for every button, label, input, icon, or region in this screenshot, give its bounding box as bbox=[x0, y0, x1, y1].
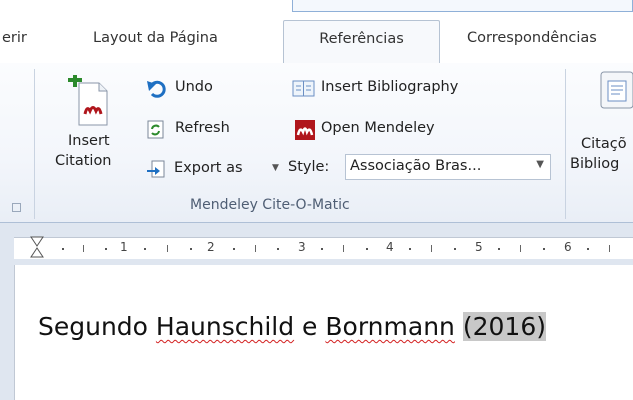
style-label: Style: bbox=[288, 159, 330, 175]
ribbon: Insert Citation Undo Refresh Export as ▼ bbox=[0, 63, 633, 223]
ruler-label: 4 bbox=[386, 240, 394, 254]
undo-icon bbox=[147, 80, 166, 98]
tab-layout[interactable]: Layout da Página bbox=[93, 30, 218, 46]
document-text-line[interactable]: Segundo Haunschild e Bornmann (2016) bbox=[38, 312, 546, 341]
insert-citation-label-1: Insert bbox=[68, 133, 110, 149]
refresh-label: Refresh bbox=[175, 120, 230, 136]
insert-bibliography-icon bbox=[292, 80, 315, 97]
export-as-label: Export as bbox=[174, 160, 243, 176]
dialog-launcher-icon[interactable] bbox=[12, 203, 21, 212]
text-space bbox=[455, 312, 463, 341]
style-dropdown-value: Associação Bras... bbox=[350, 158, 482, 174]
style-dropdown[interactable]: Associação Bras... ▼ bbox=[345, 154, 551, 180]
tab-referencias-label: Referências bbox=[319, 31, 404, 47]
horizontal-ruler[interactable]: 1 2 3 4 5 6 bbox=[14, 236, 633, 260]
ruler-label: 5 bbox=[475, 240, 483, 254]
group-label-mendeley: Mendeley Cite-O-Matic bbox=[190, 197, 350, 213]
chevron-down-icon: ▼ bbox=[536, 159, 544, 170]
ribbon-separator bbox=[565, 69, 566, 219]
text-word: Segundo bbox=[38, 312, 156, 341]
author-name: Bornmann bbox=[325, 312, 455, 341]
undo-label: Undo bbox=[175, 79, 213, 95]
citation-field[interactable]: (2016) bbox=[462, 312, 546, 341]
author-name: Haunschild bbox=[155, 312, 295, 341]
refresh-icon bbox=[147, 120, 164, 139]
insert-citation-icon bbox=[68, 75, 108, 126]
citations-label-1: Citaçõ bbox=[581, 136, 627, 152]
ruler-label: 2 bbox=[207, 240, 215, 254]
ribbon-separator bbox=[34, 69, 35, 219]
export-icon bbox=[147, 160, 165, 178]
ribbon-tab-row: erir Layout da Página Referências Corres… bbox=[0, 20, 633, 64]
indent-marker-icon[interactable] bbox=[30, 236, 44, 260]
tab-inserir[interactable]: erir bbox=[2, 30, 27, 46]
bibliography-icon bbox=[600, 71, 633, 109]
floating-box-edge bbox=[292, 0, 633, 12]
open-mendeley-label: Open Mendeley bbox=[321, 120, 435, 136]
citations-label-2: Bibliog bbox=[570, 156, 620, 172]
ruler-label: 3 bbox=[298, 240, 306, 254]
tab-correspondencias[interactable]: Correspondências bbox=[467, 30, 597, 46]
tab-referencias[interactable]: Referências bbox=[283, 20, 440, 64]
ruler-label: 1 bbox=[120, 240, 128, 254]
insert-citation-label-2: Citation bbox=[55, 153, 112, 169]
mendeley-icon bbox=[295, 120, 315, 140]
ruler-label: 6 bbox=[564, 240, 572, 254]
export-dropdown-icon: ▼ bbox=[272, 163, 279, 173]
text-word: e bbox=[294, 312, 326, 341]
insert-bibliography-label: Insert Bibliography bbox=[321, 79, 459, 95]
